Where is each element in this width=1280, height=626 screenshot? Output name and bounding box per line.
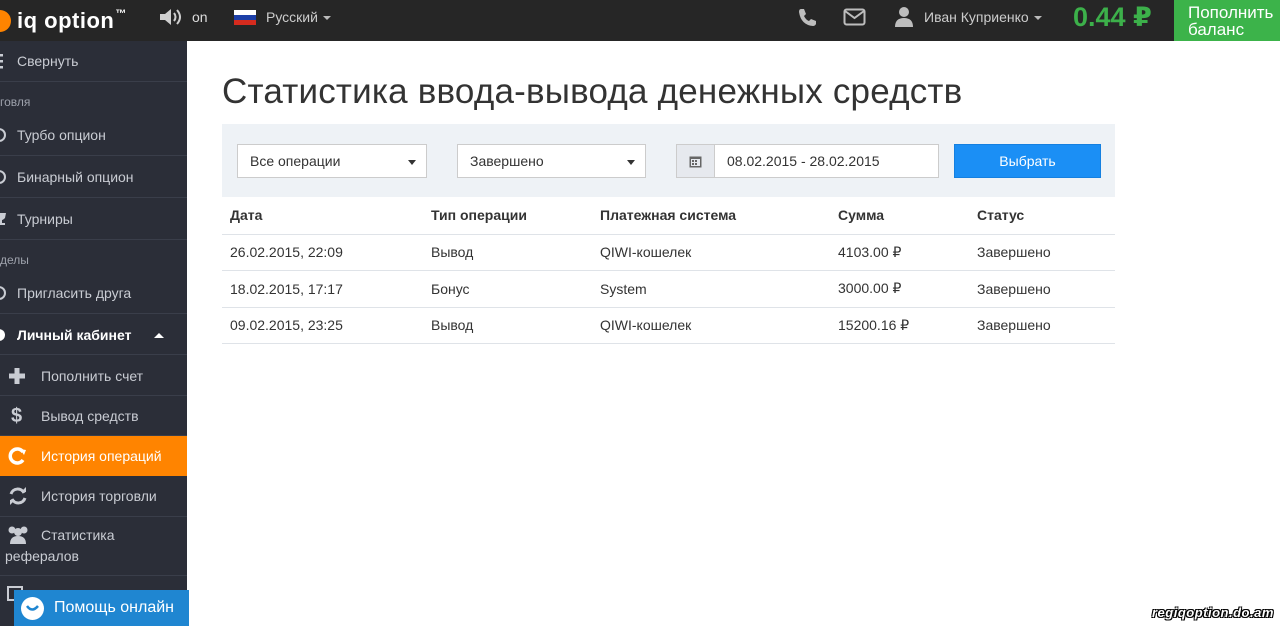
operations-table: Дата Тип операции Платежная система Сумм… [222,197,1115,344]
column-header-type: Тип операции [423,197,592,235]
user-name: Иван Куприенко [924,9,1029,25]
cell-amount: 15200.16 ₽ [830,307,969,344]
invite-icon [0,285,8,301]
sidebar-item-tournaments[interactable]: Турниры [0,199,187,240]
logo-text: iq option™ [17,7,127,33]
watermark: regiqoption.do.am [1152,605,1274,620]
sidebar-item-label: Бинарный опцион [17,169,134,185]
deposit-button[interactable]: Пополнить баланс [1174,0,1280,41]
language-selector[interactable]: Русский [234,7,331,27]
column-header-amount: Сумма [830,197,969,235]
table-row: 09.02.2015, 23:25 Вывод QIWI-кошелек 152… [222,307,1115,344]
cell-payment-system: System [592,270,830,308]
sidebar-item-withdraw[interactable]: $ Вывод средств [0,396,187,436]
top-bar: iq option™ on Русский Иван Куприенко 0.4… [0,0,1280,41]
date-range-input[interactable]: 08.02.2015 - 28.02.2015 [714,144,939,178]
refresh-icon [8,487,28,505]
column-header-status: Статус [969,197,1115,235]
sidebar-item-invite[interactable]: Пригласить друга [0,273,187,314]
operation-type-value: Все операции [250,153,341,169]
cell-type: Вывод [423,307,592,344]
table-row: 18.02.2015, 17:17 Бонус System 3000.00 ₽… [222,270,1115,308]
sidebar-item-turbo[interactable]: Турбо опцион [0,115,187,156]
sidebar-item-deposit[interactable]: Пополнить счет [0,356,187,396]
sidebar-item-label: Вывод средств [41,407,139,424]
history-icon [8,447,28,465]
sidebar-item-referral-stats[interactable]: Статистика рефералов [0,517,187,576]
dollar-icon: $ [11,405,23,427]
binary-icon [0,169,8,185]
page-title: Статистика ввода-вывода денежных средств [222,72,963,111]
sidebar-item-label: Личный кабинет [17,326,132,343]
chat-icon [21,596,44,620]
cell-status: Завершено [969,234,1115,271]
cabinet-icon [0,327,8,343]
turbo-icon [0,127,8,143]
status-select[interactable]: Завершено [457,144,646,178]
logo[interactable]: iq option™ [0,0,127,41]
cell-date: 26.02.2015, 22:09 [222,234,423,271]
filter-bar: Все операции Завершено 08.02.2015 - 28.0… [222,124,1115,197]
calendar-button[interactable] [676,144,715,178]
chevron-down-icon [627,160,635,165]
help-online-button[interactable]: Помощь онлайн [14,590,189,626]
cell-status: Завершено [969,307,1115,344]
sidebar-item-label: Турниры [17,211,73,227]
balance-amount: 0.44 ₽ [1073,2,1152,32]
sidebar: Свернуть говля Турбо опцион Бинарный опц… [0,41,187,626]
section-header-trading: говля [0,95,31,109]
cell-payment-system: QIWI-кошелек [592,307,830,344]
cell-type: Бонус [423,270,592,308]
sound-label: on [192,9,208,25]
cell-amount: 4103.00 ₽ [830,234,969,271]
cell-type: Вывод [423,234,592,271]
sidebar-item-ops-history[interactable]: История операций [0,436,187,476]
envelope-icon[interactable] [843,7,866,27]
sidebar-item-label: Пригласить друга [17,285,132,301]
plus-icon [8,367,26,385]
russia-flag-icon [234,9,256,25]
calendar-icon [689,156,702,167]
cell-payment-system: QIWI-кошелек [592,234,830,271]
operation-type-select[interactable]: Все операции [237,144,427,178]
trophy-icon [0,211,8,227]
user-icon [895,7,913,27]
sidebar-item-collapse[interactable]: Свернуть [0,41,187,82]
users-icon [6,525,30,545]
section-header-partners: делы [0,253,29,267]
user-menu[interactable]: Иван Куприенко [894,6,1042,28]
chevron-down-icon [1033,16,1042,20]
speaker-icon [160,9,181,25]
help-label: Помощь онлайн [54,599,174,616]
sidebar-item-label: История операций [41,448,162,464]
cell-date: 18.02.2015, 17:17 [222,270,423,308]
select-button[interactable]: Выбрать [954,144,1101,178]
sidebar-item-label: Свернуть [17,53,79,69]
sidebar-item-label: Турбо опцион [17,127,106,143]
chevron-down-icon [322,16,331,20]
cell-status: Завершено [969,270,1115,308]
language-label: Русский [266,9,318,25]
sidebar-item-binary[interactable]: Бинарный опцион [0,157,187,198]
chevron-up-icon [154,333,164,338]
sidebar-item-trade-history[interactable]: История торговли [0,476,187,517]
sidebar-item-label-line2: рефералов [5,548,79,564]
cell-date: 09.02.2015, 23:25 [222,307,423,344]
sidebar-item-label: История торговли [41,488,157,504]
phone-icon[interactable] [797,7,817,27]
column-header-date: Дата [222,197,423,235]
logo-mark [0,9,11,32]
table-row: 26.02.2015, 22:09 Вывод QIWI-кошелек 410… [222,234,1115,271]
chevron-down-icon [408,160,416,165]
sidebar-item-label: Статистика [41,527,115,543]
sound-toggle[interactable]: on [158,6,208,28]
menu-icon [0,53,6,69]
sidebar-item-cabinet[interactable]: Личный кабинет [0,315,187,355]
table-header-row: Дата Тип операции Платежная система Сумм… [222,197,1115,235]
cell-amount: 3000.00 ₽ [830,270,969,308]
column-header-payment-system: Платежная система [592,197,830,235]
sidebar-item-label: Пополнить счет [41,367,144,384]
status-value: Завершено [470,153,544,169]
